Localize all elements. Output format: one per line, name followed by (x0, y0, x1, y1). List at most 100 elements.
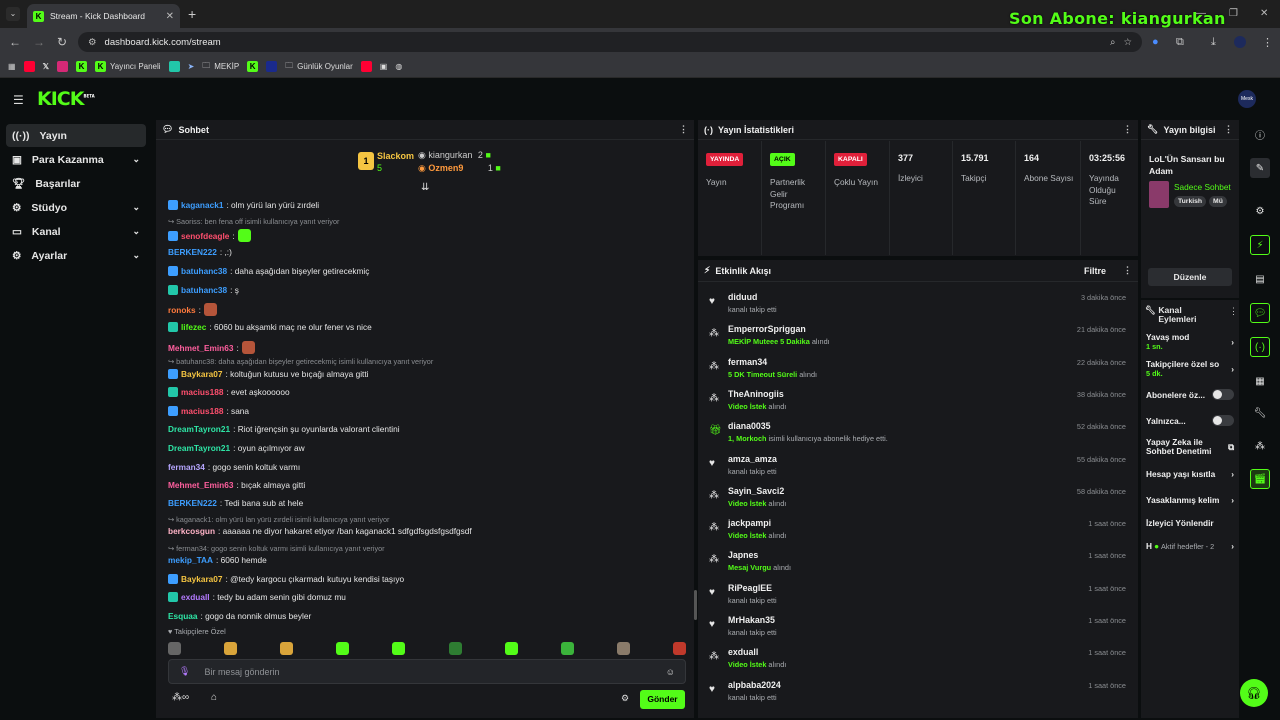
activity-item[interactable]: 🎁︎ diana0035 1, Morkoch isimli kullanıcıya… (698, 419, 1138, 451)
activity-item[interactable]: ⁂ Japnes Mesaj Vurgu alındı 1 saat önce (698, 548, 1138, 580)
sidebar-item-yayin[interactable]: ((·)) Yayın (6, 124, 146, 147)
tag[interactable]: Turkish (1174, 196, 1207, 207)
forward-icon[interactable]: → (33, 35, 45, 49)
chat-username[interactable]: DreamTayron21 (168, 443, 230, 453)
kick-bookmark-icon[interactable]: K (247, 61, 259, 72)
new-tab-button[interactable]: + (188, 6, 196, 22)
filter-button[interactable]: Filtre (1084, 266, 1106, 276)
activity-item[interactable]: ⁂ TheAninogiis Video İstek alındı 38 dakika… (698, 387, 1138, 419)
profile-avatar[interactable] (1234, 36, 1246, 48)
pencil-icon[interactable]: ✎ (1250, 158, 1270, 178)
store-icon[interactable]: ⌂ (211, 692, 217, 703)
play-bookmark-icon[interactable]: ➤ (188, 62, 195, 71)
chat-settings-icon[interactable]: ⚙ (621, 693, 629, 704)
kick-logo[interactable]: KICKBETA (37, 88, 95, 110)
emote[interactable] (280, 641, 294, 655)
sidebar-item-basarilar[interactable]: 🏆︎ Başarılar (6, 172, 146, 195)
globe-bookmark-icon[interactable]: ◍ (395, 62, 402, 71)
site-bookmark-icon[interactable] (266, 61, 278, 72)
slow-mode-row[interactable]: Yavaş mod 1 sn. › (1146, 332, 1234, 352)
emote-only-row[interactable]: Yalnızca... (1146, 415, 1234, 426)
chat-username[interactable]: batuhanc38 (181, 266, 227, 276)
chat-username[interactable]: kaganack1 (181, 200, 223, 210)
emoji-icon[interactable]: ☺ (666, 667, 675, 677)
chat-options-icon[interactable]: ⋮ (679, 124, 688, 135)
chat-username[interactable]: mekip_TAA (168, 555, 213, 565)
close-window-icon[interactable]: ✕ (1260, 8, 1268, 19)
maximize-icon[interactable]: ❐ (1229, 8, 1238, 19)
chat-rail-icon[interactable]: 💬︎ (1250, 303, 1270, 323)
apps-icon[interactable]: ▦ (8, 62, 16, 71)
send-button[interactable]: Gönder (640, 690, 685, 709)
tag[interactable]: Mü (1209, 196, 1227, 207)
emote[interactable] (448, 641, 462, 655)
bookmark-star-icon[interactable]: ☆ (1123, 37, 1132, 48)
support-chat-icon[interactable]: 🎧︎ (1240, 679, 1268, 707)
info-icon[interactable]: ⓘ (1250, 124, 1270, 144)
menu-icon[interactable]: ☰ (13, 93, 24, 107)
chat-username[interactable]: Baykara07 (181, 574, 223, 584)
chat-scrollbar[interactable] (694, 590, 697, 620)
chat-username[interactable]: ronoks (168, 305, 196, 315)
viewer-redirect-row[interactable]: İzleyici Yönlendir (1146, 518, 1234, 528)
youtube-bookmark-icon[interactable] (360, 61, 372, 72)
chat-username[interactable]: BERKEN222 (168, 498, 217, 508)
kick-bookmark-icon[interactable]: K (76, 61, 88, 72)
goals-row[interactable]: H ● Aktif hedefler - 2 › (1146, 541, 1234, 551)
sidebar-item-studyo[interactable]: ⚙ Stüdyo ⌄ (6, 196, 146, 219)
activity-item[interactable]: ♥ alpbaba2024 kanalı takip etti 1 saat önce (698, 678, 1138, 710)
activity-item[interactable]: ♥ amza_amza kanalı takip etti 55 dakika önc… (698, 452, 1138, 484)
minimize-icon[interactable]: — (1196, 8, 1206, 19)
activity-item[interactable]: ⁂ jackpampi Video İstek alındı 1 saat önce (698, 516, 1138, 548)
sidebar-item-ayarlar[interactable]: ⚙ Ayarlar ⌄ (6, 244, 146, 267)
bolt-rail-icon[interactable]: ⚡︎ (1250, 235, 1270, 255)
info-options-icon[interactable]: ⋮ (1224, 124, 1233, 135)
emote[interactable] (616, 641, 630, 655)
wrench-rail-icon[interactable]: 🔧︎ (1250, 403, 1270, 423)
activity-item[interactable]: ♥ diduud kanalı takip etti 3 dakika önce (698, 290, 1138, 322)
back-icon[interactable]: ← (9, 35, 21, 49)
settings-gear-icon[interactable]: ⚙ (1250, 201, 1270, 221)
subscribers-only-toggle[interactable] (1212, 389, 1234, 400)
emote[interactable] (504, 641, 518, 655)
activity-options-icon[interactable]: ⋮ (1123, 265, 1132, 276)
emote-only-toggle[interactable] (1212, 415, 1234, 426)
chat-username[interactable]: senofdeagle (181, 231, 229, 241)
close-tab-icon[interactable]: ✕ (166, 11, 174, 22)
chat-username[interactable]: Esquaa (168, 611, 198, 621)
instagram-bookmark-icon[interactable] (57, 61, 69, 72)
bookmark-yayinci-paneli[interactable]: K Yayıncı Paneli (95, 61, 161, 72)
activity-item[interactable]: ♥ RiPeaglEE kanalı takip etti 1 saat önce (698, 581, 1138, 613)
chat-username[interactable]: BERKEN222 (168, 247, 217, 257)
chat-username[interactable]: lifezec (181, 322, 206, 332)
edit-button[interactable]: Düzenle (1148, 268, 1232, 286)
emote[interactable] (672, 641, 686, 655)
emote[interactable] (224, 641, 238, 655)
points-icon[interactable]: ⁂∞ (172, 692, 189, 703)
activity-item[interactable]: ♥ MrHakan35 kanalı takip etti 1 saat önce (698, 613, 1138, 645)
points-rail-icon[interactable]: ⁂ (1250, 436, 1270, 456)
zoom-icon[interactable]: ⌕ (1110, 37, 1115, 48)
ai-moderation-row[interactable]: Yapay Zeka ile Sohbet Denetimi ⧉ (1146, 438, 1234, 456)
activity-item[interactable]: ⁂ Sayin_Savci2 Video İstek alındı 58 dakika… (698, 484, 1138, 516)
account-age-row[interactable]: Hesap yaşı kısıtla › (1146, 469, 1234, 479)
chat-username[interactable]: macius188 (181, 406, 223, 416)
bookmark-folder-gunluk-oyunlar[interactable]: 🗀 Günlük Oyunlar (285, 60, 353, 74)
followers-mode-row[interactable]: Takipçilere özel so 5 dk. › (1146, 359, 1234, 379)
subscribers-only-row[interactable]: Abonelere öz... (1146, 389, 1234, 400)
app-bookmark-icon[interactable] (168, 61, 180, 72)
download-icon[interactable]: ⤓ (1211, 36, 1216, 49)
activity-item[interactable]: ⁂ exduall Video İstek alındı 1 saat önce (698, 645, 1138, 677)
stats-options-icon[interactable]: ⋮ (1123, 124, 1132, 135)
youtube-bookmark-icon[interactable] (23, 61, 35, 72)
chat-username[interactable]: berkcosgun (168, 526, 215, 536)
scroll-down-icon[interactable]: ⇊ (421, 182, 429, 193)
chat-username[interactable]: batuhanc38 (181, 285, 227, 295)
reload-icon[interactable]: ↻ (57, 35, 67, 49)
extensions-icon[interactable]: ⧉ (1176, 36, 1184, 49)
layout-icon[interactable]: ▦ (1250, 371, 1270, 391)
banned-words-row[interactable]: Yasaklanmış kelim › (1146, 495, 1234, 505)
chat-username[interactable]: Mehmet_Emin63 (168, 343, 233, 353)
emote[interactable] (336, 641, 350, 655)
extension-icon[interactable]: ● (1152, 36, 1159, 48)
